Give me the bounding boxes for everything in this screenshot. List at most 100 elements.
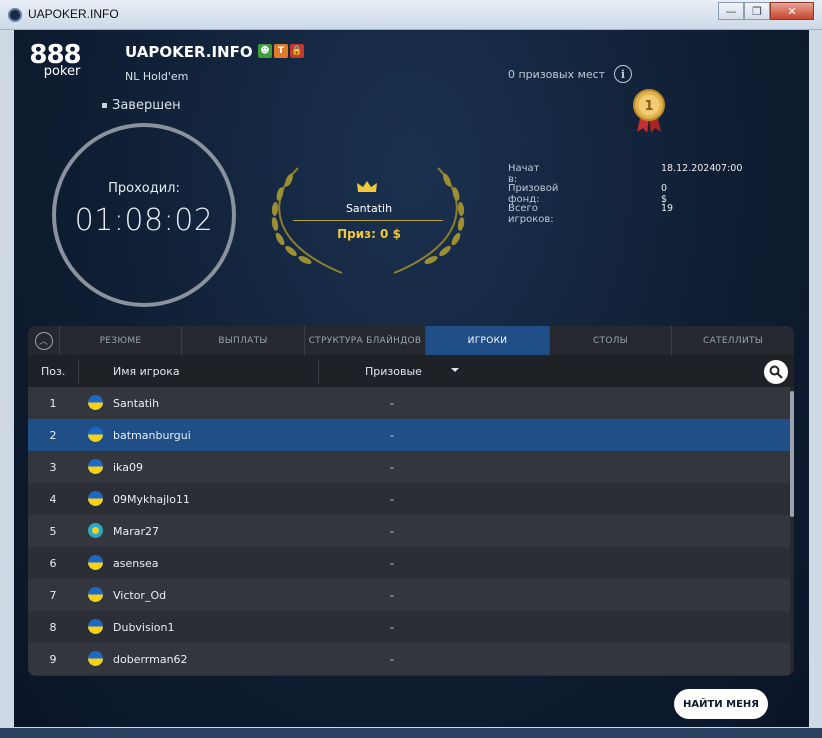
row-prize: - [390, 621, 394, 634]
badge-icon-1: ☻ [258, 44, 272, 58]
row-prize: - [390, 397, 394, 410]
players-list: 1 Santatih - 2 batmanburgui - 3 ika09 - [28, 387, 790, 675]
row-name: asensea [113, 557, 159, 570]
tab-players[interactable]: ИГРОКИ [426, 326, 550, 355]
medal-rank: 1 [644, 99, 653, 114]
medal-icon: 1 [633, 89, 665, 133]
tournament-status: Завершен [102, 98, 181, 113]
row-pos: 1 [49, 397, 57, 410]
header-separator [318, 359, 319, 383]
row-name: ika09 [113, 461, 143, 474]
row-pos: 9 [49, 653, 57, 666]
players-label: Всего игроков: [508, 203, 554, 225]
winner-divider [293, 220, 443, 221]
flag-kazakhstan-icon [88, 523, 103, 538]
status-dot-icon [102, 103, 107, 108]
started-time: 07:00 [715, 163, 743, 174]
row-pos: 8 [49, 621, 57, 634]
prize-pool-value: 0 $ [661, 183, 668, 205]
lock-icon: 🔒 [290, 44, 304, 58]
tab-blind-structure[interactable]: СТРУКТУРА БЛАЙНДОВ [305, 326, 426, 355]
row-pos: 3 [49, 461, 57, 474]
winner-name: Santatih [345, 202, 393, 215]
row-prize: - [390, 461, 394, 474]
crown-icon [357, 181, 377, 192]
row-name: Santatih [113, 397, 160, 410]
flag-ukraine-icon [88, 651, 103, 666]
sort-down-icon[interactable] [451, 368, 459, 372]
row-name: batmanburgui [113, 429, 191, 442]
minimize-button[interactable]: — [718, 2, 744, 20]
find-me-button[interactable]: НАЙТИ МЕНЯ [674, 689, 768, 719]
row-prize: - [390, 493, 394, 506]
row-pos: 4 [49, 493, 57, 506]
started-date: 18.12.2024 [661, 163, 716, 174]
clock-time: 01:08:02 [74, 203, 214, 238]
flag-ukraine-icon [88, 587, 103, 602]
prize-pool-label: Призовой фонд: [508, 183, 559, 205]
window-frame: 888 poker UAPOKER.INFO ☻ T 🔒 NL Hold'em … [6, 30, 816, 728]
tab-summary[interactable]: РЕЗЮМЕ [60, 326, 182, 355]
row-name: Dubvision1 [113, 621, 175, 634]
row-prize: - [390, 557, 394, 570]
row-pos: 2 [49, 429, 57, 442]
search-icon [769, 365, 783, 379]
table-row[interactable]: 2 batmanburgui - [28, 419, 790, 451]
info-icon[interactable]: i [614, 65, 632, 83]
row-name: 09Mykhajlo11 [113, 493, 190, 506]
scrollbar-thumb[interactable] [790, 391, 794, 517]
flag-ukraine-icon [88, 395, 103, 410]
lobby-tabs: ︿ РЕЗЮМЕ ВЫПЛАТЫ СТРУКТУРА БЛАЙНДОВ ИГРО… [28, 326, 794, 355]
badge-icon-2: T [274, 44, 288, 58]
row-pos: 6 [49, 557, 57, 570]
chevron-up-icon: ︿ [34, 331, 53, 350]
row-prize: - [390, 653, 394, 666]
close-button[interactable]: ✕ [770, 2, 814, 20]
tab-satellites[interactable]: САТЕЛЛИТЫ [672, 326, 794, 355]
row-name: Marar27 [113, 525, 160, 538]
winner-prize: Приз: 0 $ [337, 227, 401, 241]
flag-ukraine-icon [88, 555, 103, 570]
started-label: Начат в: [508, 163, 540, 185]
table-row[interactable]: 1 Santatih - [28, 387, 790, 419]
table-row[interactable]: 5 Marar27 - [28, 515, 790, 547]
clock-label: Проходил: [108, 181, 180, 196]
table-row[interactable]: 4 09Mykhajlo11 - [28, 483, 790, 515]
prize-places: 0 призовых мест [508, 68, 606, 81]
players-value: 19 [661, 203, 674, 214]
taskbar [0, 728, 822, 738]
laurel-wreath-icon [271, 167, 465, 274]
row-name: Victor_Od [113, 589, 167, 602]
header-pos[interactable]: Поз. [41, 365, 65, 378]
status-text: Завершен [112, 98, 181, 113]
header-prize[interactable]: Призовые [365, 365, 422, 378]
collapse-button[interactable]: ︿ [28, 326, 60, 355]
tab-payouts[interactable]: ВЫПЛАТЫ [182, 326, 305, 355]
table-row[interactable]: 6 asensea - [28, 547, 790, 579]
tab-tables[interactable]: СТОЛЫ [550, 326, 672, 355]
table-header: Поз. Имя игрока Призовые [28, 355, 794, 387]
app-icon [8, 8, 22, 22]
clock-ring: Проходил: 01:08:02 [52, 123, 236, 307]
row-prize: - [390, 525, 394, 538]
table-row[interactable]: 3 ika09 - [28, 451, 790, 483]
search-button[interactable] [764, 360, 788, 384]
row-pos: 7 [49, 589, 57, 602]
tournament-badges: ☻ T 🔒 [258, 44, 304, 58]
flag-ukraine-icon [88, 491, 103, 506]
table-row[interactable]: 9 doberrman62 - [28, 643, 790, 675]
maximize-button[interactable]: ❐ [744, 2, 770, 20]
table-row[interactable]: 8 Dubvision1 - [28, 611, 790, 643]
table-row[interactable]: 7 Victor_Od - [28, 579, 790, 611]
window-titlebar: UAPOKER.INFO — ❐ ✕ [0, 0, 822, 30]
game-type: NL Hold'em [125, 70, 189, 83]
flag-ukraine-icon [88, 427, 103, 442]
header-name[interactable]: Имя игрока [113, 365, 180, 378]
flag-ukraine-icon [88, 459, 103, 474]
window-title: UAPOKER.INFO [28, 7, 119, 21]
lobby-panel: ︿ РЕЗЮМЕ ВЫПЛАТЫ СТРУКТУРА БЛАЙНДОВ ИГРО… [28, 326, 794, 676]
tournament-title: UAPOKER.INFO [125, 43, 253, 61]
row-prize: - [390, 589, 394, 602]
scrollbar[interactable] [790, 387, 794, 676]
window-controls: — ❐ ✕ [718, 2, 814, 20]
